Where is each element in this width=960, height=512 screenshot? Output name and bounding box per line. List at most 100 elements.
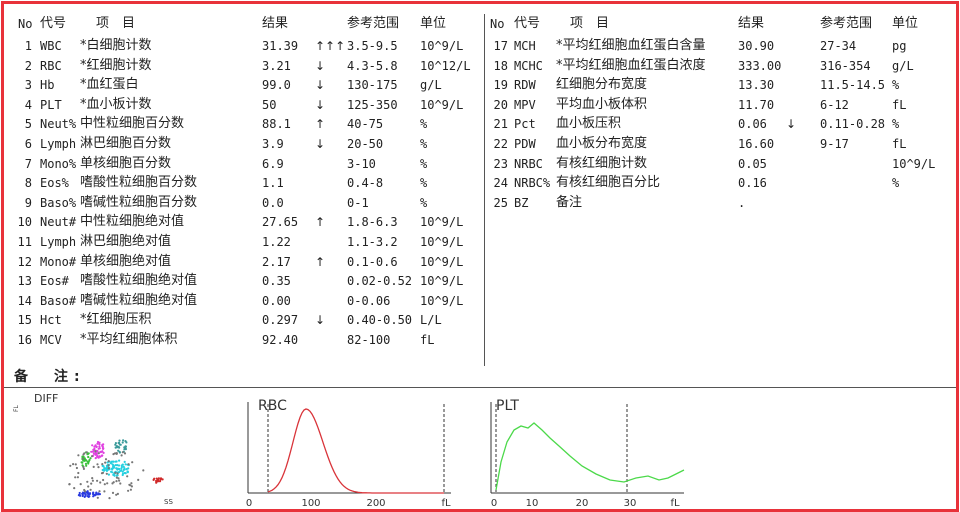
diff-dot: [97, 466, 100, 469]
row-range: 0.02-0.52: [347, 274, 413, 289]
row-flag: ↑↑↑: [315, 39, 346, 53]
diff-dot: [102, 451, 105, 454]
row-range: 40-75: [347, 117, 384, 132]
row-item-name: 淋巴细胞百分数: [80, 136, 172, 151]
diff-dot: [114, 443, 117, 446]
row-result: 99.0: [262, 78, 291, 93]
table-row: 1 WBC *白细胞计数 31.39 ↑↑↑ 3.5-9.5 10^9/L: [12, 36, 480, 56]
row-code: Hct: [40, 313, 62, 328]
row-code: Neut#: [40, 215, 77, 230]
diff-dot: [103, 467, 106, 470]
diff-dots: [68, 439, 164, 500]
diff-dot: [93, 447, 96, 450]
diff-dot: [81, 461, 84, 464]
row-number: 4: [24, 97, 32, 112]
row-item-name: 单核细胞绝对值: [80, 253, 172, 269]
diff-dot: [127, 489, 130, 492]
row-flag: ↓: [315, 313, 326, 328]
row-number: 16: [17, 333, 32, 347]
diff-dot: [81, 455, 84, 458]
diff-dot: [115, 480, 118, 483]
diff-dot: [82, 453, 85, 456]
table-row: 16 MCV *平均红细胞体积 92.40 82-100 fL: [12, 330, 480, 350]
diff-dot: [108, 497, 111, 500]
plt-tick-0: 0: [491, 498, 497, 508]
diff-dot: [102, 443, 105, 446]
diff-dot: [74, 476, 77, 479]
diff-dot: [111, 482, 114, 485]
row-code: NRBC%: [514, 176, 551, 191]
row-result: 92.40: [262, 333, 299, 347]
plt-tick-30: 30: [624, 498, 637, 508]
row-result: 3.21: [262, 58, 291, 73]
table-row: 23 NRBC 有核红细胞计数 0.05 10^9/L: [490, 154, 946, 174]
row-result: .: [738, 195, 746, 210]
row-code: MCV: [40, 333, 62, 347]
row-result: 0.297: [262, 313, 299, 328]
row-result: 31.39: [262, 39, 299, 53]
row-number: 8: [24, 176, 32, 191]
diff-dot: [125, 441, 128, 444]
diff-dot: [153, 477, 156, 480]
diff-dot: [79, 483, 82, 486]
rbc-tick-unit: fL: [441, 498, 451, 508]
row-flag: ↓: [315, 137, 326, 151]
plt-curve: [495, 422, 685, 491]
row-item-name: 嗜碱性粒细胞百分数: [80, 194, 198, 210]
row-code: Lymph: [40, 235, 77, 249]
diff-dot: [101, 468, 104, 472]
row-item-name: 平均血小板体积: [556, 96, 648, 112]
diff-dot: [90, 455, 94, 458]
table-row: 8 Eos% 嗜酸性粒细胞百分数 1.1 0.4-8%: [12, 173, 480, 193]
diff-dot: [117, 441, 120, 445]
table-row: 24 NRBC% 有核红细胞百分比 0.16%: [490, 173, 946, 193]
row-flag: ↓: [315, 97, 326, 112]
diff-dot: [121, 451, 124, 454]
diff-dot: [124, 448, 127, 451]
row-item-name: 单核细胞百分数: [80, 155, 172, 171]
plt-tick-unit: fL: [670, 498, 680, 508]
header-item: 项 目: [96, 16, 136, 31]
row-item-name: *白细胞计数: [80, 38, 152, 53]
row-result: 30.90: [738, 39, 775, 53]
row-range: 9-17: [820, 137, 849, 151]
diff-dot: [97, 447, 100, 450]
diff-dot: [86, 480, 89, 483]
diff-dot: [86, 490, 89, 493]
table-row: 4 PLT *血小板计数 50 ↓ 125-350 10^9/L: [12, 95, 480, 115]
row-code: MPV: [514, 97, 536, 112]
row-item-name: 嗜酸性粒细胞百分数: [80, 175, 198, 191]
row-range: 6-12: [820, 97, 849, 112]
diff-dot: [124, 463, 127, 466]
diff-dot: [122, 439, 125, 442]
diff-dot: [75, 466, 78, 470]
diff-dot: [99, 481, 102, 484]
diff-dot: [115, 467, 118, 470]
row-range: 1.8-6.3: [347, 215, 398, 230]
diff-dot: [91, 450, 95, 453]
row-range: 4.3-5.8: [347, 58, 398, 73]
table-row: 6 Lymph 淋巴细胞百分数 3.9 ↓ 20-50%: [12, 134, 480, 154]
row-item-name: *红细胞计数: [80, 57, 152, 73]
diff-dot: [96, 479, 99, 482]
row-result: 1.1: [262, 176, 284, 191]
row-number: 13: [17, 274, 32, 289]
row-item-name: 血小板压积: [556, 116, 622, 132]
header-range: 参考范围: [347, 16, 400, 31]
row-code: PDW: [514, 137, 536, 151]
row-range: 1.1-3.2: [347, 235, 398, 249]
diff-dot: [161, 478, 164, 481]
row-range: 0-0.06: [347, 293, 391, 308]
row-range: 316-354: [820, 58, 871, 73]
diff-dot: [89, 457, 92, 460]
row-code: Neut%: [40, 117, 77, 132]
diff-dot: [100, 454, 104, 457]
diff-dot: [111, 468, 114, 471]
diff-dot: [111, 491, 115, 494]
diff-dot: [118, 467, 121, 471]
diff-dot: [112, 460, 115, 463]
section-divider: [4, 387, 956, 388]
row-unit: %: [892, 78, 900, 93]
diff-dot: [104, 458, 108, 461]
diff-dot: [116, 492, 119, 495]
